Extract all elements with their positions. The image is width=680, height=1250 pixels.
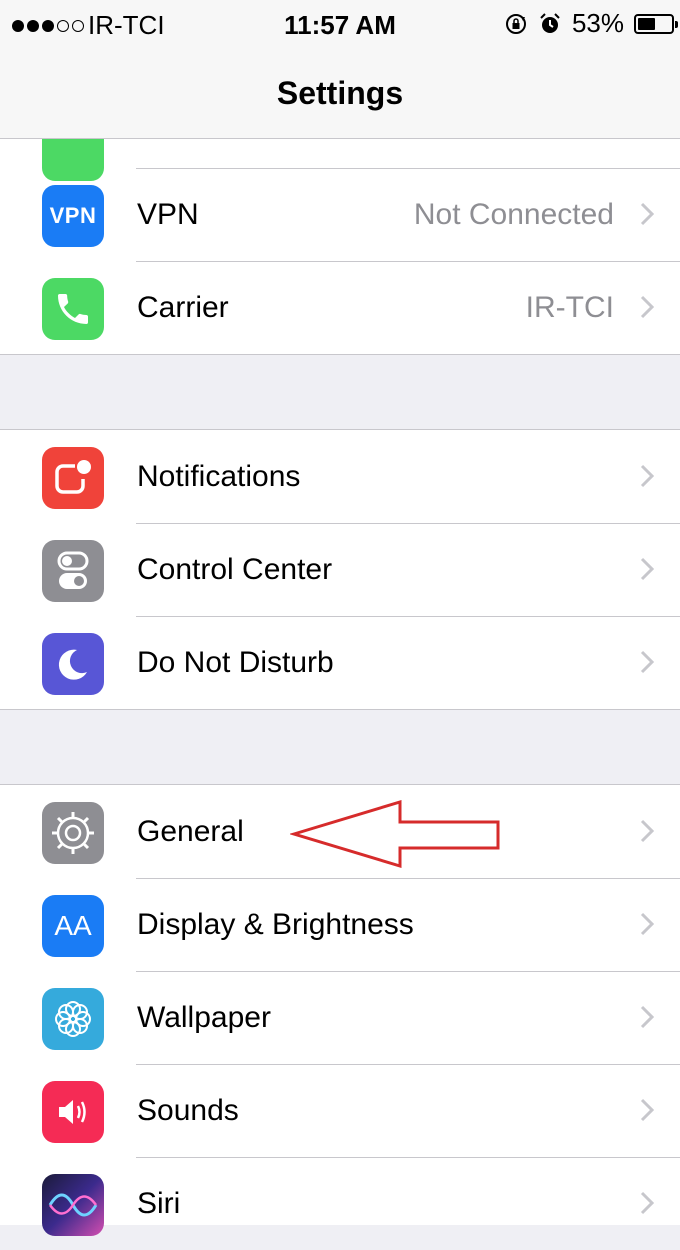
settings-row-label: VPN (137, 198, 199, 231)
settings-row-do-not-disturb[interactable]: Do Not Disturb (0, 616, 680, 709)
settings-row-siri[interactable]: Siri (0, 1157, 680, 1250)
settings-row-notifications[interactable]: Notifications (0, 430, 680, 523)
battery-icon (634, 13, 678, 34)
siri-icon (42, 1174, 104, 1236)
display-brightness-icon: AA (42, 895, 104, 957)
chevron-right-icon (640, 557, 654, 581)
alarm-clock-icon (540, 12, 560, 33)
gear-icon (42, 802, 104, 864)
chevron-right-icon (640, 819, 654, 843)
toggle-switches-icon (42, 540, 104, 602)
vpn-icon-text: VPN (49, 203, 97, 228)
settings-row-sounds[interactable]: Sounds (0, 1064, 680, 1157)
settings-row-label: Carrier (137, 291, 229, 324)
rotation-lock-icon (505, 13, 526, 34)
settings-group-notifications: Notifications Control Center Do Not Dist… (0, 429, 680, 710)
settings-row-label: Wallpaper (137, 1001, 271, 1034)
settings-row-label: Sounds (137, 1094, 239, 1127)
settings-row-label: Siri (137, 1187, 181, 1220)
page-title-overlay: Settings (276, 75, 404, 111)
moon-icon (42, 633, 104, 695)
carrier-value: IR-TCI (525, 291, 614, 324)
chevron-right-icon (640, 1005, 654, 1029)
status-bar: IR-TCI 11:57 AM 53% (0, 0, 680, 52)
display-icon-text: AA (54, 910, 92, 941)
settings-row-label: Notifications (137, 460, 301, 493)
settings-row-vpn[interactable]: VPN VPN Not Connected (0, 168, 680, 261)
settings-row-label: Control Center (137, 553, 333, 586)
chevron-right-icon (640, 464, 654, 488)
status-right: 53% (504, 8, 678, 39)
settings-row-label: General (137, 815, 244, 848)
flower-icon (42, 988, 104, 1050)
chevron-right-icon (640, 912, 654, 936)
settings-row-control-center[interactable]: Control Center (0, 523, 680, 616)
settings-row-wallpaper[interactable]: Wallpaper (0, 971, 680, 1064)
vpn-icon: VPN (42, 185, 104, 247)
battery-percent: 53% (571, 8, 624, 38)
speaker-icon (42, 1081, 104, 1143)
settings-row-display-brightness[interactable]: AA Display & Brightness (0, 878, 680, 971)
chevron-right-icon (640, 650, 654, 674)
settings-row-label: Do Not Disturb (137, 646, 334, 679)
annotation-arrow-icon (290, 800, 500, 869)
chevron-right-icon (640, 202, 654, 226)
settings-row-label: Display & Brightness (137, 908, 414, 941)
settings-row-carrier[interactable]: Carrier IR-TCI (0, 261, 680, 354)
navigation-bar-overlay: Settings (0, 52, 680, 139)
chevron-right-icon (640, 295, 654, 319)
vpn-status-value: Not Connected (413, 198, 614, 231)
chevron-right-icon (640, 1191, 654, 1215)
phone-icon (42, 278, 104, 340)
chevron-right-icon (640, 1098, 654, 1122)
notifications-icon (42, 447, 104, 509)
